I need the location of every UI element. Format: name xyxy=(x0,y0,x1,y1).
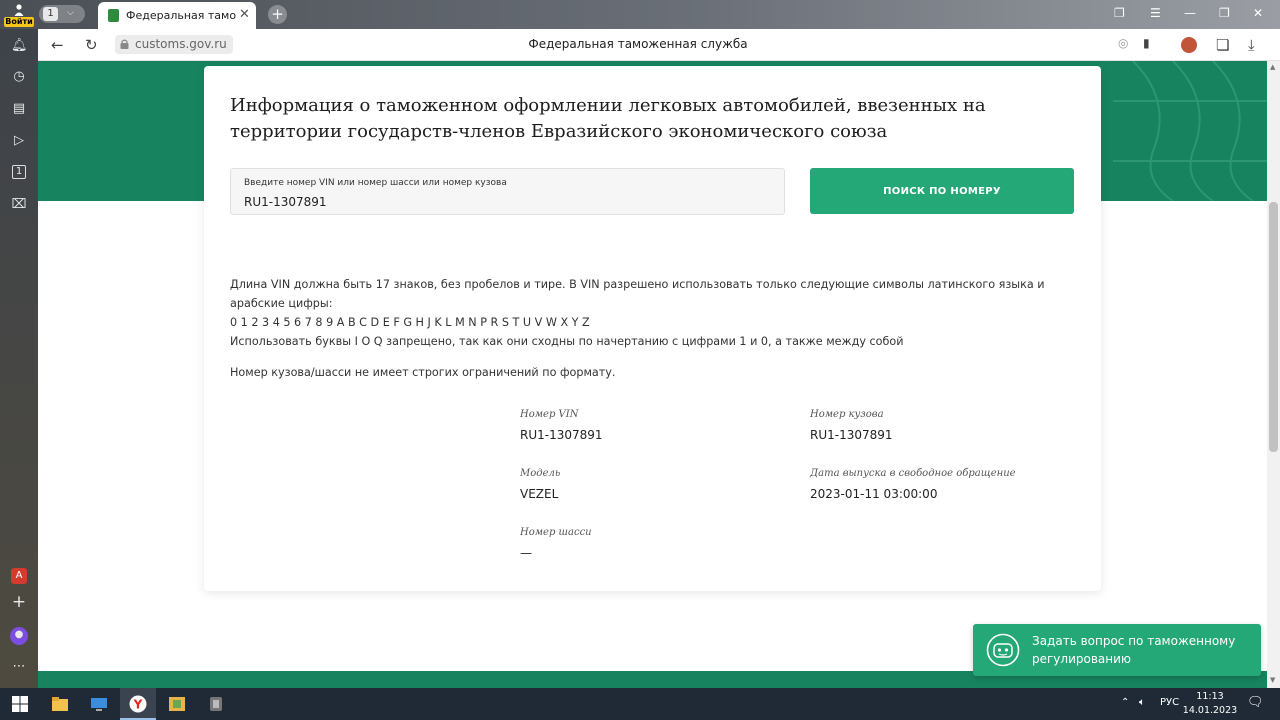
alice-assistant-icon[interactable]: ● xyxy=(10,627,28,645)
new-tab-button[interactable]: + xyxy=(268,5,287,24)
clock-date: 14.01.2023 xyxy=(1182,705,1238,716)
scrollbar-thumb[interactable] xyxy=(1269,202,1278,452)
result-body-value: RU1-1307891 xyxy=(810,428,893,442)
chat-widget-label: Задать вопрос по таможенному регулирован… xyxy=(1032,634,1236,666)
rules-forbidden-letters: Использовать буквы I O Q запрещено, так … xyxy=(230,335,904,348)
card-heading: Информация о таможенном оформлении легко… xyxy=(230,95,986,142)
windows-start-icon[interactable] xyxy=(11,695,29,713)
result-vin: Номер VIN RU1-1307891 xyxy=(520,409,603,442)
vin-search-field[interactable]: Введите номер VIN или номер шасси или но… xyxy=(230,168,785,215)
archive-app-icon[interactable] xyxy=(168,695,186,713)
lock-icon xyxy=(120,39,129,49)
more-icon[interactable]: ⋯ xyxy=(11,659,27,675)
scroll-down-icon[interactable]: ▼ xyxy=(1270,676,1275,684)
browser-tab[interactable]: Федеральная таможенная служба ✕ xyxy=(98,2,256,29)
chevron-down-icon: ⌵ xyxy=(67,8,74,18)
app-icon[interactable] xyxy=(207,695,225,713)
address-bar[interactable]: customs.gov.ru xyxy=(115,35,233,54)
result-release-date-value: 2023-01-11 03:00:00 xyxy=(810,487,938,501)
history-icon[interactable]: ◷ xyxy=(11,69,27,85)
rules-body-number: Номер кузова/шасси не имеет строгих огра… xyxy=(230,366,616,379)
language-indicator[interactable]: РУС xyxy=(1160,697,1179,708)
downloads-icon[interactable]: ⤓ xyxy=(1248,36,1255,54)
result-release-date: Дата выпуска в свободное обращение 2023-… xyxy=(810,468,1016,501)
translate-icon[interactable]: A xyxy=(11,568,27,584)
clock-time: 11:13 xyxy=(1196,691,1224,702)
scroll-up-icon[interactable]: ▲ xyxy=(1270,63,1275,71)
result-body-label: Номер кузова xyxy=(810,409,884,420)
windows-taskbar: Y ⌃ 🔈︎ РУС 11:13 14.01.2023 🗨︎ xyxy=(0,688,1280,720)
tabs-badge-icon[interactable]: 1 xyxy=(12,165,26,179)
remote-desktop-icon[interactable] xyxy=(90,695,108,713)
browser-sidebar: 🔔︎ ◷ ▤ ▷ 1 ⌧ A + ● ⋯ xyxy=(0,29,38,688)
volume-icon[interactable]: 🔈︎ xyxy=(1139,697,1145,708)
site-favicon-icon xyxy=(108,9,119,22)
back-arrow-icon[interactable]: ← xyxy=(51,36,64,54)
result-vin-value: RU1-1307891 xyxy=(520,428,603,442)
notification-center-icon[interactable]: 🗨︎ xyxy=(1247,695,1264,710)
result-model: Модель VEZEL xyxy=(520,468,560,501)
result-model-value: VEZEL xyxy=(520,487,559,501)
ornament-pattern xyxy=(1113,61,1267,201)
rules-line-length: Длина VIN должна быть 17 знаков, без про… xyxy=(230,278,1045,310)
menu-icon[interactable]: ☰ xyxy=(1150,6,1161,20)
video-icon[interactable]: ▷ xyxy=(11,133,27,149)
ask-question-widget[interactable]: Задать вопрос по таможенному регулирован… xyxy=(973,624,1261,676)
tab-close-icon[interactable]: ✕ xyxy=(239,7,250,22)
url-text: customs.gov.ru xyxy=(135,37,227,51)
bookmark-icon[interactable]: ▮ xyxy=(1143,36,1150,50)
taskbar-clock[interactable]: 11:13 14.01.2023 xyxy=(1182,690,1238,718)
page-title: Федеральная таможенная служба xyxy=(528,37,748,51)
close-window-button[interactable]: ✕ xyxy=(1253,6,1263,20)
notifications-icon[interactable]: 🔔︎ xyxy=(11,38,28,54)
collections-sidebar-icon[interactable]: ▤ xyxy=(11,101,27,117)
browser-toolbar: ← ↻ customs.gov.ru Федеральная таможенна… xyxy=(38,29,1280,61)
tab-count: 1 xyxy=(43,7,58,21)
tab-counter-button[interactable]: 1 ⌵ xyxy=(39,5,85,23)
result-chassis: Номер шасси — xyxy=(520,527,592,560)
result-vin-label: Номер VIN xyxy=(520,409,579,420)
vin-input[interactable] xyxy=(244,195,744,209)
page-content: Информация о таможенном оформлении легко… xyxy=(38,61,1267,688)
restore-button[interactable]: ❐ xyxy=(1219,6,1230,20)
vin-rules-text: Длина VIN должна быть 17 знаков, без про… xyxy=(230,275,1070,382)
customs-info-card: Информация о таможенном оформлении легко… xyxy=(204,66,1101,591)
tray-expand-icon[interactable]: ⌃ xyxy=(1121,697,1129,708)
extension-icon[interactable] xyxy=(1181,37,1197,53)
login-label: Войти xyxy=(4,17,34,27)
result-release-date-label: Дата выпуска в свободное обращение xyxy=(810,468,1016,479)
yandex-browser-icon[interactable]: Y xyxy=(129,695,147,713)
tab-title: Федеральная таможенная служба xyxy=(126,9,236,22)
result-chassis-value: — xyxy=(520,546,532,560)
tracker-shield-icon[interactable]: ◎ xyxy=(1118,36,1128,50)
svg-text:Y: Y xyxy=(133,698,143,712)
rules-allowed-symbols: 0 1 2 3 4 5 6 7 8 9 A B C D E F G H J K … xyxy=(230,316,590,329)
add-icon[interactable]: + xyxy=(11,594,27,611)
search-by-number-button[interactable]: ПОИСК ПО НОМЕРУ xyxy=(810,168,1074,214)
vin-field-label: Введите номер VIN или номер шасси или но… xyxy=(244,178,507,188)
chat-bot-icon xyxy=(986,633,1020,667)
file-explorer-icon[interactable] xyxy=(51,695,69,713)
login-button[interactable]: Войти xyxy=(3,2,35,27)
screenshot-icon[interactable]: ⌧ xyxy=(11,197,27,213)
page-scrollbar[interactable]: ▲ ▼ xyxy=(1267,61,1280,688)
browser-title-bar: Войти 1 ⌵ Федеральная таможенная служба … xyxy=(0,0,1280,29)
user-icon xyxy=(14,4,24,16)
reload-icon[interactable]: ↻ xyxy=(85,36,98,54)
result-body: Номер кузова RU1-1307891 xyxy=(810,409,893,442)
minimize-button[interactable]: — xyxy=(1184,6,1196,20)
collections-icon[interactable]: ❐ xyxy=(1114,6,1125,20)
collections-toolbar-icon[interactable]: ❏ xyxy=(1216,36,1229,54)
result-model-label: Модель xyxy=(520,468,561,479)
result-chassis-label: Номер шасси xyxy=(520,527,592,538)
